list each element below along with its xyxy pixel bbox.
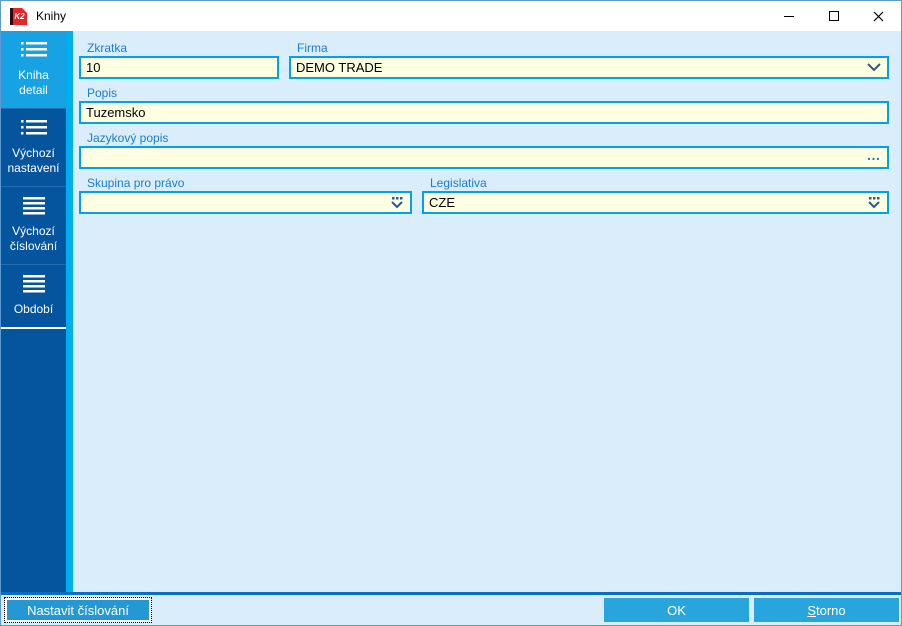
sidebar-item-label: Období <box>13 302 54 316</box>
legislativa-label: Legislativa <box>430 176 487 190</box>
sidebar-accent-strip <box>66 31 73 592</box>
sidebar-item-kniha-detail[interactable]: Kniha detail <box>1 31 66 108</box>
storno-rest-letters: torno <box>816 602 846 618</box>
menu-lines-icon <box>20 274 48 294</box>
form-content: Zkratka Firma <box>73 31 901 592</box>
main-region: Kniha detail Výchozí nastavení Výchozí č… <box>1 31 901 592</box>
titlebar: K2 Knihy <box>1 1 901 31</box>
detail-list-icon <box>20 118 48 138</box>
skupina-pro-pravo-label: Skupina pro právo <box>87 176 185 190</box>
legislativa-input[interactable] <box>424 193 861 212</box>
jazykovy-popis-input[interactable] <box>81 148 861 167</box>
popis-label: Popis <box>87 86 118 100</box>
maximize-icon <box>828 11 839 21</box>
sidebar-item-vychozi-cislovani[interactable]: Výchozí číslování <box>1 186 66 264</box>
jazykovy-popis-label: Jazykový popis <box>87 131 169 145</box>
nastavit-cislovani-button[interactable]: Nastavit číslování <box>4 597 152 623</box>
minimize-icon <box>783 15 794 17</box>
popis-input[interactable] <box>81 103 887 122</box>
minimize-button[interactable] <box>766 1 811 31</box>
sidebar-item-obdobi[interactable]: Období <box>1 264 66 327</box>
close-button[interactable] <box>856 1 901 31</box>
sidebar-item-label: Výchozí číslování <box>9 224 58 253</box>
sidebar-item-label: Kniha detail <box>18 68 49 97</box>
menu-lines-icon <box>20 196 48 216</box>
storno-accel-letter: S <box>807 602 817 618</box>
dots-chevron-icon <box>391 196 403 208</box>
skupina-pro-pravo-dropdown-button[interactable] <box>384 193 410 212</box>
popis-field <box>79 101 889 124</box>
chevron-down-icon <box>867 63 881 72</box>
storno-button[interactable]: Storno <box>754 598 899 622</box>
footer-bar: Nastavit číslování OK Storno <box>1 595 901 625</box>
ellipsis-icon: … <box>866 146 882 163</box>
maximize-button[interactable] <box>811 1 856 31</box>
sidebar-filler <box>1 329 66 592</box>
firma-label: Firma <box>297 41 328 55</box>
legislativa-combobox <box>422 191 889 214</box>
skupina-pro-pravo-input[interactable] <box>81 193 384 212</box>
close-icon <box>873 11 884 21</box>
ok-button[interactable]: OK <box>604 598 749 622</box>
app-logo-text: K2 <box>14 11 25 21</box>
firma-dropdown-button[interactable] <box>861 58 887 77</box>
firma-input[interactable] <box>291 58 861 77</box>
window-title: Knihy <box>36 9 67 23</box>
zkratka-field <box>79 56 279 79</box>
app-logo-k2-icon: K2 <box>10 7 27 25</box>
zkratka-label: Zkratka <box>87 41 128 55</box>
firma-combobox <box>289 56 889 79</box>
legislativa-dropdown-button[interactable] <box>861 193 887 212</box>
sidebar-item-label: Výchozí nastavení <box>7 146 60 175</box>
sidebar-item-vychozi-nastaveni[interactable]: Výchozí nastavení <box>1 108 66 186</box>
detail-list-icon <box>20 40 48 60</box>
dots-chevron-icon <box>868 196 880 208</box>
zkratka-input[interactable] <box>81 58 277 77</box>
knihy-dialog-window: K2 Knihy Kniha detail Výchozí nastavení … <box>0 0 902 626</box>
sidebar: Kniha detail Výchozí nastavení Výchozí č… <box>1 31 66 592</box>
jazykovy-popis-ellipsis-button[interactable]: … <box>861 148 887 167</box>
skupina-pro-pravo-combobox <box>79 191 412 214</box>
jazykovy-popis-field: … <box>79 146 889 169</box>
